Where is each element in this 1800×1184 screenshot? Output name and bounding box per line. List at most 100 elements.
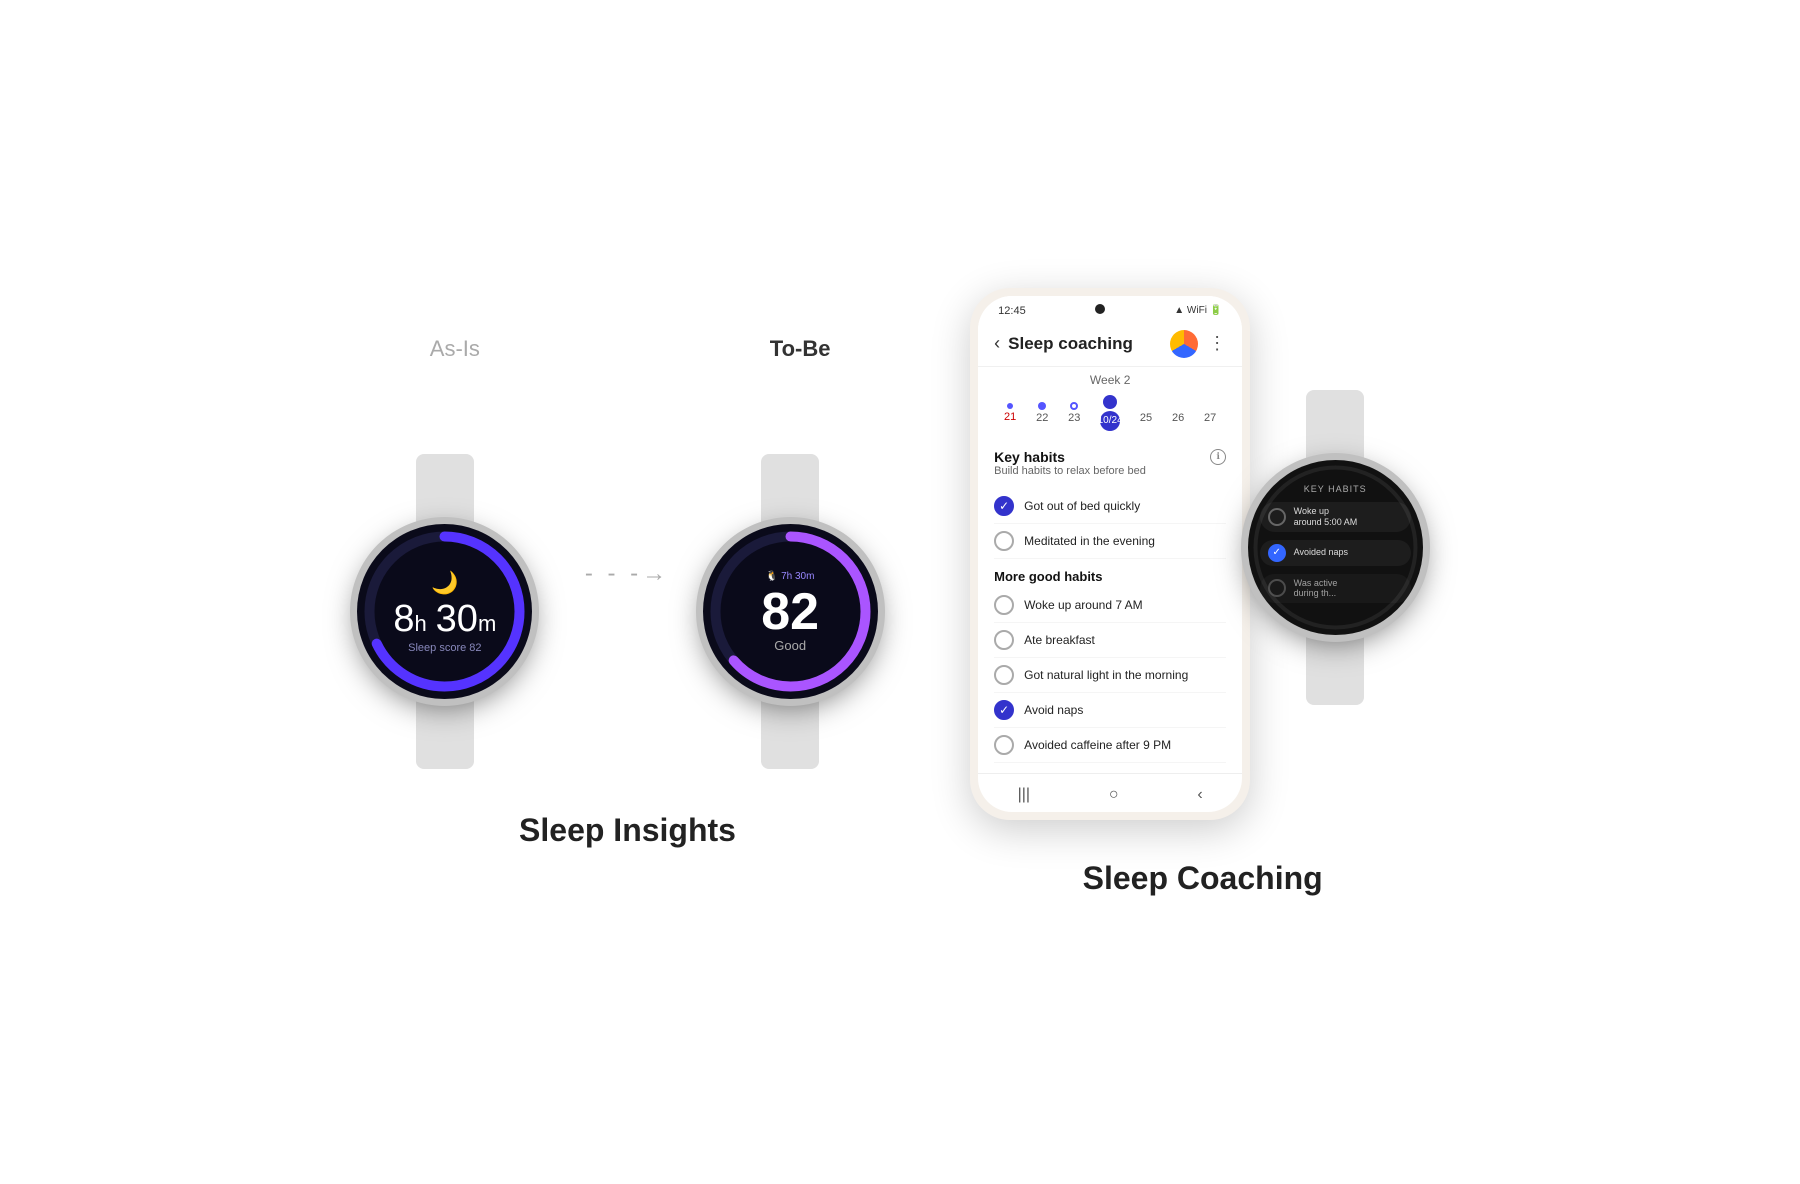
watch-habit-cb-1: ✓ <box>1268 544 1286 562</box>
habit-item-1[interactable]: Meditated in the evening <box>994 524 1226 559</box>
more-habits-title: More good habits <box>994 569 1226 584</box>
more-habit-cb-0 <box>994 595 1014 615</box>
cal-day-27[interactable]: 27 <box>1204 402 1216 424</box>
watch-band-top-2 <box>761 454 819 524</box>
coaching-devices: 12:45 ▲ WiFi 🔋 ‹ Sleep coaching ⋮ <box>970 288 1435 820</box>
more-habit-cb-3: ✓ <box>994 700 1014 720</box>
cal-num-27: 27 <box>1204 412 1216 424</box>
watch-habit-1: ✓ Avoided naps <box>1260 540 1411 566</box>
cal-day-25[interactable]: 25 <box>1140 402 1152 424</box>
as-is-watch-content: 🌙 8h 30m Sleep score 82 <box>381 570 508 654</box>
cal-dot-23 <box>1070 402 1078 410</box>
watch-band-bottom <box>416 699 474 769</box>
key-habits-title-block: Key habits Build habits to relax before … <box>994 449 1146 485</box>
cal-num-1024: 10/24 <box>1100 411 1120 431</box>
main-container: As-Is 🌙 8h 30m <box>0 248 1800 937</box>
cal-num-21: 21 <box>1004 411 1016 423</box>
cal-dot-26 <box>1174 402 1182 410</box>
cal-dot-25 <box>1142 402 1150 410</box>
more-habit-text-3: Avoid naps <box>1024 703 1083 717</box>
as-is-watch: 🌙 8h 30m Sleep score 82 <box>345 452 545 772</box>
cal-num-22: 22 <box>1036 412 1048 424</box>
more-habit-text-2: Got natural light in the morning <box>1024 668 1188 682</box>
watch-habit-cb-0 <box>1268 508 1286 526</box>
more-habit-text-0: Woke up around 7 AM <box>1024 598 1143 612</box>
status-icons: ▲ WiFi 🔋 <box>1174 305 1222 316</box>
more-habit-cb-1 <box>994 630 1014 650</box>
cal-day-23[interactable]: 23 <box>1068 402 1080 424</box>
cal-num-26: 26 <box>1172 412 1184 424</box>
more-habit-cb-4 <box>994 735 1014 755</box>
app-logo <box>1170 330 1198 358</box>
to-be-label: To-Be <box>770 336 831 362</box>
coaching-watch: Key habits Woke uparound 5:00 AM ✓ Avoid… <box>1235 388 1435 708</box>
watch-band-top <box>416 454 474 524</box>
phone: 12:45 ▲ WiFi 🔋 ‹ Sleep coaching ⋮ <box>970 288 1250 820</box>
nav-home[interactable]: ○ <box>1109 786 1119 804</box>
phone-header: ‹ Sleep coaching ⋮ <box>978 322 1242 367</box>
sleep-score-label: Sleep score 82 <box>393 642 496 654</box>
habit-text-1: Meditated in the evening <box>1024 534 1155 548</box>
sleep-coaching-title: Sleep Coaching <box>1083 860 1323 897</box>
status-time: 12:45 <box>998 305 1026 317</box>
cal-day-21[interactable]: 21 <box>1004 403 1016 423</box>
habit-checkbox-0: ✓ <box>994 496 1014 516</box>
cal-dot-27 <box>1206 402 1214 410</box>
cal-day-1024[interactable]: 10/24 <box>1100 395 1120 431</box>
cal-dot-21 <box>1007 403 1013 409</box>
phone-screen: 12:45 ▲ WiFi 🔋 ‹ Sleep coaching ⋮ <box>978 296 1242 812</box>
more-habit-4[interactable]: Avoided caffeine after 9 PM <box>994 728 1226 763</box>
more-habit-text-1: Ate breakfast <box>1024 633 1095 647</box>
as-is-label: As-Is <box>430 336 480 362</box>
cal-num-25: 25 <box>1140 412 1152 424</box>
watch-habit-text-0: Woke uparound 5:00 AM <box>1294 506 1358 528</box>
phone-title: Sleep coaching <box>1008 334 1133 354</box>
back-button[interactable]: ‹ <box>994 333 1000 354</box>
habit-checkbox-1 <box>994 531 1014 551</box>
watch-habit-0: Woke uparound 5:00 AM <box>1260 502 1411 532</box>
key-habits-watch-label: Key habits <box>1260 484 1411 494</box>
more-habit-3[interactable]: ✓ Avoid naps <box>994 693 1226 728</box>
watch-habit-2: Was activeduring th... <box>1260 574 1411 604</box>
more-habit-1[interactable]: Ate breakfast <box>994 623 1226 658</box>
sleep-coaching-section: 12:45 ▲ WiFi 🔋 ‹ Sleep coaching ⋮ <box>970 288 1435 897</box>
watch-habit-cb-2 <box>1268 579 1286 597</box>
phone-content: Key habits Build habits to relax before … <box>978 439 1242 773</box>
phone-status-bar: 12:45 ▲ WiFi 🔋 <box>978 296 1242 322</box>
coaching-watch-content: Key habits Woke uparound 5:00 AM ✓ Avoid… <box>1248 484 1423 611</box>
coaching-watch-face: Key habits Woke uparound 5:00 AM ✓ Avoid… <box>1248 460 1423 635</box>
habit-text-0: Got out of bed quickly <box>1024 499 1140 513</box>
more-habit-cb-2 <box>994 665 1014 685</box>
to-be-watch-container: To-Be 🐧 7h 30m 82 Good <box>710 336 890 772</box>
nav-back[interactable]: ‹ <box>1197 786 1202 804</box>
key-habits-title: Key habits <box>994 449 1146 465</box>
as-is-watch-face: 🌙 8h 30m Sleep score 82 <box>357 524 532 699</box>
phone-header-right: ⋮ <box>1170 330 1226 358</box>
arrow-icon: - - -→ <box>585 560 670 588</box>
cal-num-23: 23 <box>1068 412 1080 424</box>
to-be-score: 82 <box>761 586 819 638</box>
to-be-watch: 🐧 7h 30m 82 Good <box>690 452 890 772</box>
info-icon[interactable]: ℹ <box>1210 449 1226 465</box>
sleep-insights-section: As-Is 🌙 8h 30m <box>365 336 890 849</box>
more-habit-text-4: Avoided caffeine after 9 PM <box>1024 738 1171 752</box>
week-label: Week 2 <box>978 367 1242 391</box>
watch-habit-text-1: Avoided naps <box>1294 547 1348 558</box>
phone-camera <box>1095 304 1105 314</box>
calendar-row: 21 22 23 10/24 <box>978 391 1242 439</box>
coaching-watch-band-bottom <box>1306 635 1364 705</box>
phone-header-left: ‹ Sleep coaching <box>994 333 1133 354</box>
as-is-watch-container: As-Is 🌙 8h 30m <box>365 336 545 772</box>
key-habits-header: Key habits Build habits to relax before … <box>994 449 1226 485</box>
more-button[interactable]: ⋮ <box>1208 333 1226 354</box>
key-habits-subtitle: Build habits to relax before bed <box>994 465 1146 477</box>
cal-day-22[interactable]: 22 <box>1036 402 1048 424</box>
more-habit-0[interactable]: Woke up around 7 AM <box>994 588 1226 623</box>
more-habit-2[interactable]: Got natural light in the morning <box>994 658 1226 693</box>
watch-habit-text-2: Was activeduring th... <box>1294 578 1338 600</box>
cal-dot-1024 <box>1103 395 1117 409</box>
cal-day-26[interactable]: 26 <box>1172 402 1184 424</box>
habit-item-0[interactable]: ✓ Got out of bed quickly <box>994 489 1226 524</box>
nav-menu[interactable]: ||| <box>1018 786 1030 804</box>
to-be-watch-face: 🐧 7h 30m 82 Good <box>703 524 878 699</box>
